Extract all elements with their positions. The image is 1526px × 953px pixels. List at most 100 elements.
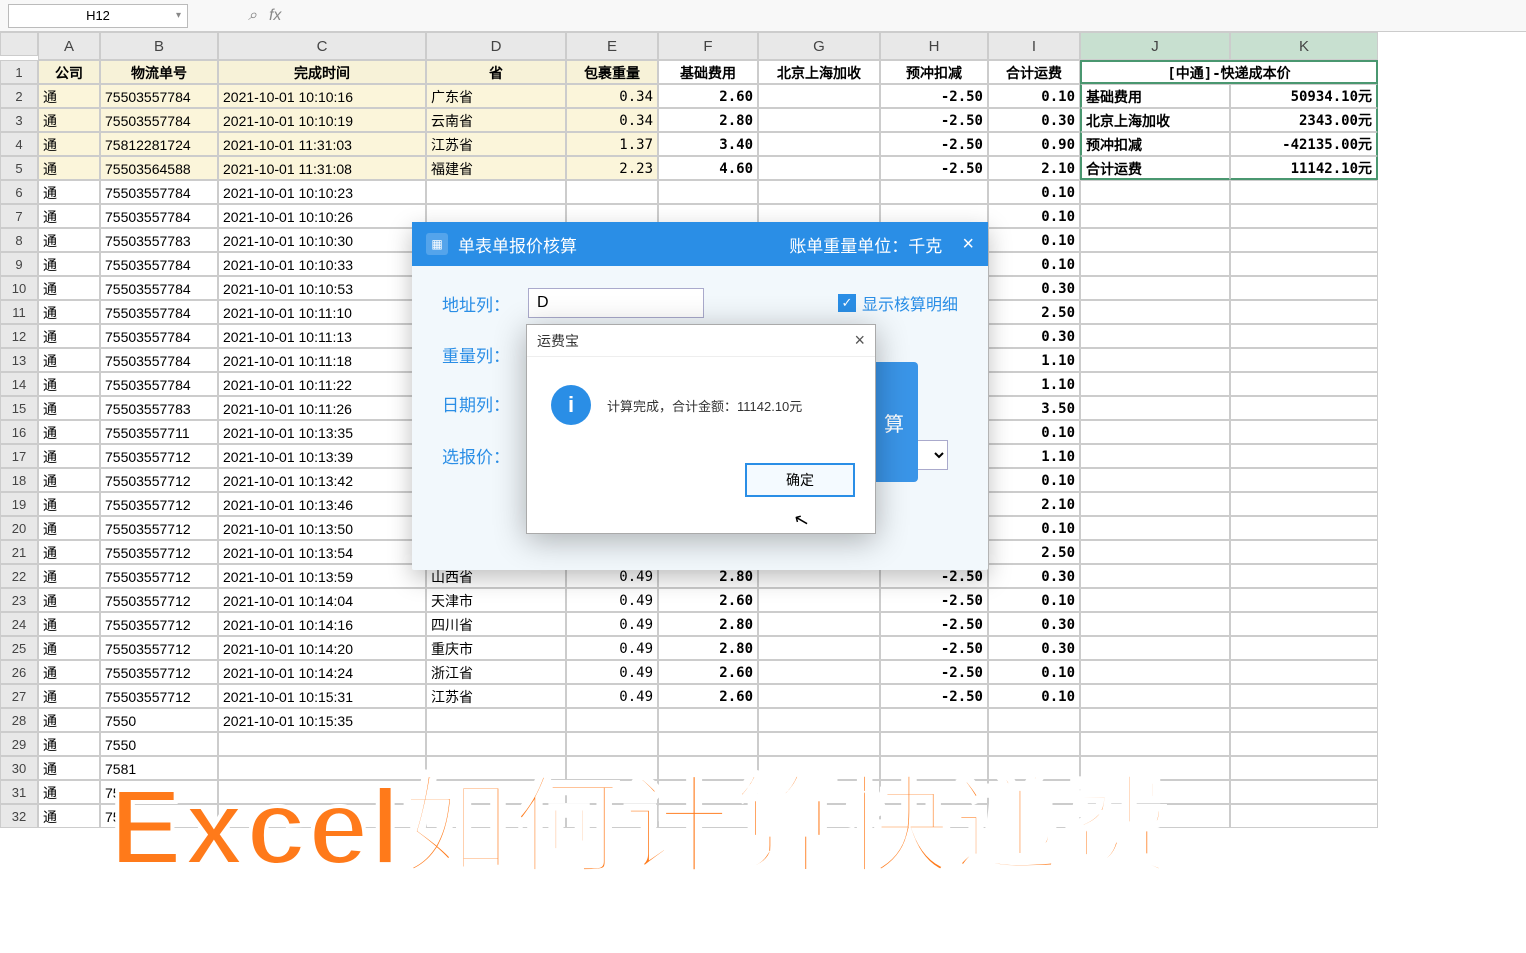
cell-total[interactable]: 0.10	[988, 204, 1080, 228]
cell-deduction[interactable]	[880, 756, 988, 780]
cell-base-fee[interactable]: 2.60	[658, 660, 758, 684]
cell-tracking[interactable]: 75503557712	[100, 660, 218, 684]
cell-weight[interactable]: 0.49	[566, 612, 658, 636]
cell-tracking[interactable]: 75503557712	[100, 684, 218, 708]
cell-company[interactable]: 通	[38, 252, 100, 276]
cell-company[interactable]: 通	[38, 492, 100, 516]
row-header[interactable]: 13	[0, 348, 38, 372]
row-header[interactable]: 4	[0, 132, 38, 156]
empty-cell[interactable]	[1230, 516, 1378, 540]
empty-cell[interactable]	[1080, 492, 1230, 516]
cell-total[interactable]	[988, 756, 1080, 780]
cell-deduction[interactable]	[880, 180, 988, 204]
cell-total[interactable]: 0.10	[988, 588, 1080, 612]
cell-company[interactable]: 通	[38, 756, 100, 780]
cell-time[interactable]	[218, 780, 426, 804]
dialog-titlebar[interactable]: ▦ 单表单报价核算 账单重量单位：千克 ×	[412, 222, 988, 266]
empty-cell[interactable]	[1080, 708, 1230, 732]
cell-time[interactable]: 2021-10-01 10:11:10	[218, 300, 426, 324]
search-icon[interactable]: ⌕	[248, 7, 257, 25]
empty-cell[interactable]	[1080, 660, 1230, 684]
cell-tracking[interactable]: 7581	[100, 804, 218, 828]
empty-cell[interactable]	[1080, 300, 1230, 324]
cell-company[interactable]: 通	[38, 636, 100, 660]
cell-province[interactable]: 福建省	[426, 156, 566, 180]
cell-time[interactable]: 2021-10-01 10:10:16	[218, 84, 426, 108]
cell-base-fee[interactable]: 2.60	[658, 684, 758, 708]
cell-total[interactable]: 0.10	[988, 516, 1080, 540]
column-header[interactable]: B	[100, 32, 218, 60]
cell-tracking[interactable]: 75503557712	[100, 492, 218, 516]
empty-cell[interactable]	[1080, 180, 1230, 204]
cell-tracking[interactable]: 75503557784	[100, 180, 218, 204]
cell-company[interactable]: 通	[38, 132, 100, 156]
cell-tracking[interactable]: 75503557712	[100, 612, 218, 636]
cell-deduction[interactable]: -2.50	[880, 612, 988, 636]
cell-province[interactable]	[426, 780, 566, 804]
cell-time[interactable]: 2021-10-01 10:15:35	[218, 708, 426, 732]
empty-cell[interactable]	[1080, 588, 1230, 612]
cell-surcharge[interactable]	[758, 732, 880, 756]
cell-weight[interactable]: 0.34	[566, 84, 658, 108]
empty-cell[interactable]	[1230, 660, 1378, 684]
column-header[interactable]: K	[1230, 32, 1378, 60]
cell-time[interactable]	[218, 732, 426, 756]
cell-deduction[interactable]	[880, 708, 988, 732]
cell-time[interactable]: 2021-10-01 10:13:50	[218, 516, 426, 540]
cell-total[interactable]: 1.10	[988, 444, 1080, 468]
cell-base-fee[interactable]: 2.80	[658, 636, 758, 660]
cell-deduction[interactable]: -2.50	[880, 660, 988, 684]
cell-time[interactable]: 2021-10-01 10:10:33	[218, 252, 426, 276]
cell-total[interactable]: 0.10	[988, 228, 1080, 252]
cell-base-fee[interactable]: 2.80	[658, 612, 758, 636]
ok-button[interactable]: 确定	[745, 463, 855, 497]
cell-company[interactable]: 通	[38, 420, 100, 444]
cell-deduction[interactable]: -2.50	[880, 588, 988, 612]
cell-surcharge[interactable]	[758, 84, 880, 108]
cell-time[interactable]	[218, 756, 426, 780]
cell-time[interactable]: 2021-10-01 10:13:54	[218, 540, 426, 564]
empty-cell[interactable]	[1230, 372, 1378, 396]
cell-time[interactable]: 2021-10-01 10:14:16	[218, 612, 426, 636]
cell-tracking[interactable]: 75503557712	[100, 540, 218, 564]
cell-tracking[interactable]: 75503557784	[100, 348, 218, 372]
empty-cell[interactable]	[1230, 756, 1378, 780]
cell-company[interactable]: 通	[38, 84, 100, 108]
cell-total[interactable]: 0.10	[988, 180, 1080, 204]
cell-time[interactable]: 2021-10-01 11:31:08	[218, 156, 426, 180]
row-header[interactable]: 11	[0, 300, 38, 324]
cell-total[interactable]: 0.30	[988, 108, 1080, 132]
cell-total[interactable]: 0.10	[988, 684, 1080, 708]
empty-cell[interactable]	[1230, 468, 1378, 492]
cell-province[interactable]: 云南省	[426, 108, 566, 132]
cell-province[interactable]	[426, 732, 566, 756]
cell-tracking[interactable]: 75503557784	[100, 300, 218, 324]
cell-total[interactable]	[988, 804, 1080, 828]
cell-total[interactable]	[988, 780, 1080, 804]
cell-surcharge[interactable]	[758, 708, 880, 732]
cell-time[interactable]: 2021-10-01 10:11:18	[218, 348, 426, 372]
row-header[interactable]: 31	[0, 780, 38, 804]
row-header[interactable]: 30	[0, 756, 38, 780]
row-header[interactable]: 18	[0, 468, 38, 492]
empty-cell[interactable]	[1080, 684, 1230, 708]
row-header[interactable]: 8	[0, 228, 38, 252]
cell-weight[interactable]	[566, 756, 658, 780]
empty-cell[interactable]	[1230, 780, 1378, 804]
empty-cell[interactable]	[1230, 204, 1378, 228]
empty-cell[interactable]	[1230, 732, 1378, 756]
row-header[interactable]: 14	[0, 372, 38, 396]
cell-total[interactable]: 0.30	[988, 612, 1080, 636]
cell-tracking[interactable]: 75503557712	[100, 468, 218, 492]
row-header[interactable]: 22	[0, 564, 38, 588]
cell-time[interactable]: 2021-10-01 10:11:13	[218, 324, 426, 348]
empty-cell[interactable]	[1080, 636, 1230, 660]
cell-total[interactable]: 0.10	[988, 468, 1080, 492]
cell-total[interactable]: 2.10	[988, 492, 1080, 516]
row-header[interactable]: 2	[0, 84, 38, 108]
close-icon[interactable]: ×	[962, 233, 974, 256]
cell-company[interactable]: 通	[38, 204, 100, 228]
cell-province[interactable]: 江苏省	[426, 132, 566, 156]
cell-time[interactable]: 2021-10-01 10:10:53	[218, 276, 426, 300]
cell-weight[interactable]: 0.49	[566, 660, 658, 684]
